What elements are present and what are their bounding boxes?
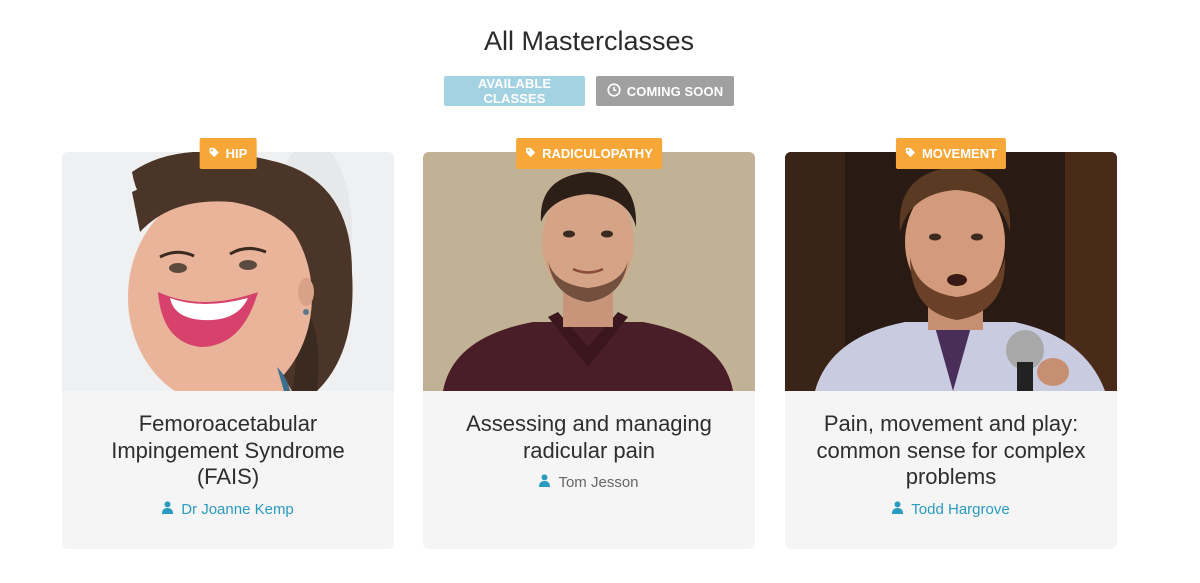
- masterclass-card[interactable]: HIP Femoroacetabular Impingement Syndrom…: [62, 138, 394, 549]
- presenter-link[interactable]: Todd Hargrove: [785, 501, 1117, 518]
- presenter-photo[interactable]: [62, 152, 394, 391]
- category-tag[interactable]: MOVEMENT: [895, 138, 1007, 169]
- coming-soon-label: COMING SOON: [626, 83, 724, 99]
- card-title[interactable]: Pain, movement and play: common sense fo…: [805, 411, 1097, 491]
- tag-icon: [209, 146, 220, 161]
- tag-icon: [525, 146, 536, 161]
- presenter-photo[interactable]: [785, 152, 1117, 391]
- card-title[interactable]: Assessing and managing radicular pain: [443, 411, 735, 464]
- card-title[interactable]: Femoroacetabular Impingement Syndrome (F…: [82, 411, 374, 491]
- tag-label: HIP: [225, 146, 248, 161]
- user-icon: [539, 474, 551, 491]
- coming-soon-button[interactable]: COMING SOON: [596, 76, 734, 106]
- user-icon: [162, 501, 174, 518]
- category-tag[interactable]: HIP: [199, 138, 257, 169]
- clock-icon: [607, 82, 621, 100]
- presenter-name: Tom Jesson: [558, 474, 639, 491]
- category-tag[interactable]: RADICULOPATHY: [516, 138, 662, 169]
- tag-icon: [905, 146, 916, 161]
- masterclass-card[interactable]: MOVEMENT Pain, movement and play: common…: [785, 138, 1117, 549]
- tag-label: RADICULOPATHY: [542, 146, 653, 161]
- presenter-photo[interactable]: [423, 152, 755, 391]
- available-classes-label: AVAILABLE CLASSES: [477, 76, 552, 106]
- presenter-link[interactable]: Dr Joanne Kemp: [62, 501, 394, 518]
- masterclass-card[interactable]: RADICULOPATHY Assessing and managing rad…: [423, 138, 755, 549]
- tag-label: MOVEMENT: [921, 146, 998, 161]
- user-icon: [892, 501, 904, 518]
- filter-bar: AVAILABLE CLASSES COMING SOON: [0, 76, 1178, 106]
- page-title: All Masterclasses: [483, 26, 695, 56]
- presenter-name: Dr Joanne Kemp: [181, 501, 294, 518]
- available-classes-button[interactable]: AVAILABLE CLASSES: [444, 76, 585, 106]
- presenter-link[interactable]: Tom Jesson: [423, 474, 755, 491]
- presenter-name: Todd Hargrove: [911, 501, 1010, 518]
